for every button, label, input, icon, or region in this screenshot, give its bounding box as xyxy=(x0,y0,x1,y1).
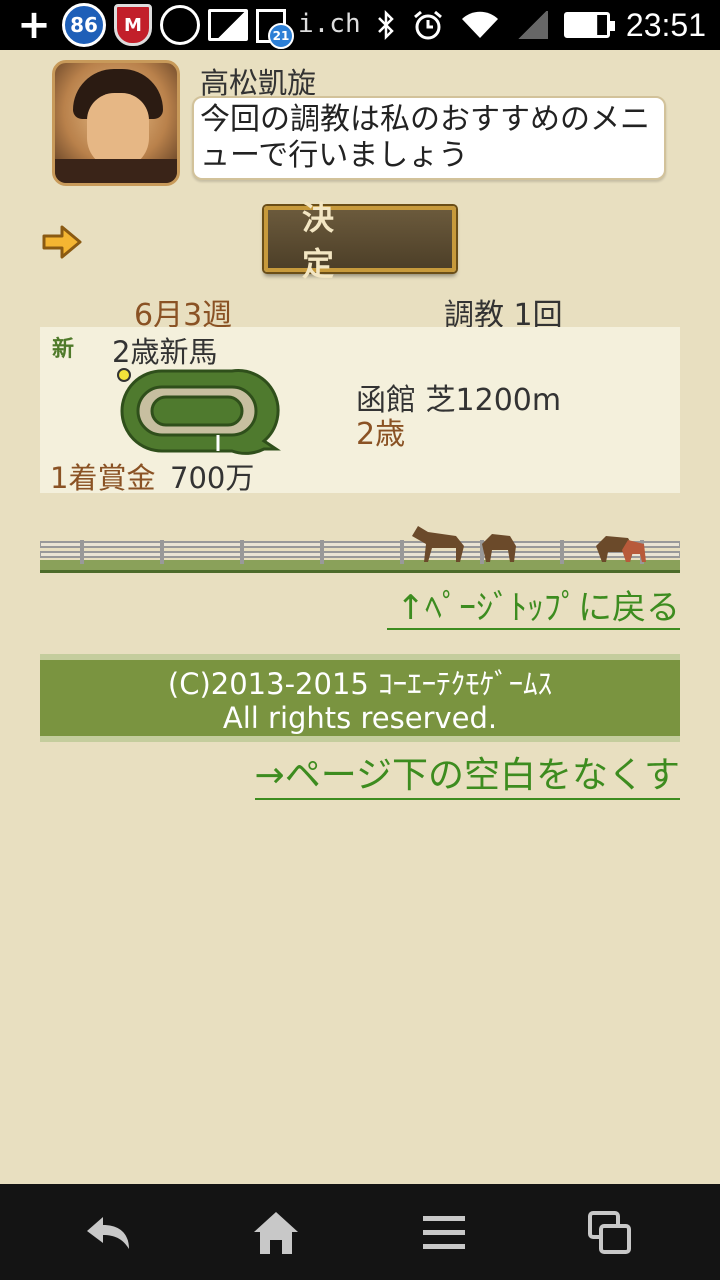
advisor-speech-bubble: 今回の調教は私のおすすめのメニューで行いましょう xyxy=(192,96,666,180)
remove-blank-link[interactable]: →ページ下の空白をなくす xyxy=(254,754,680,800)
arrow-right-icon xyxy=(42,225,82,259)
back-button[interactable] xyxy=(78,1208,138,1258)
back-icon xyxy=(87,1217,129,1249)
navigation-bar xyxy=(0,1184,720,1280)
battery-charging-icon xyxy=(563,12,615,38)
rights-text: All rights reserved. xyxy=(222,701,498,735)
signal-icon xyxy=(515,11,548,39)
ich-count: 21 xyxy=(268,23,294,49)
back-to-top-link[interactable]: ↑ﾍﾟｰｼﾞﾄｯﾌﾟに戻る xyxy=(386,588,680,630)
ich-label: i.ch xyxy=(298,9,361,39)
race-age: 2歳 xyxy=(356,417,406,452)
ich-app-icon: 21 i.ch xyxy=(256,5,361,49)
alarm-icon xyxy=(413,10,442,40)
menu-icon xyxy=(423,1216,465,1249)
prize-label: 1着賞金 xyxy=(50,461,156,495)
add-icon: + xyxy=(17,2,51,48)
status-bar: + 86 M 21 i.ch 23:51 xyxy=(0,0,720,50)
notification-count-icon: 86 xyxy=(62,3,106,47)
recent-apps-icon xyxy=(588,1211,631,1254)
recent-apps-button[interactable] xyxy=(580,1208,640,1258)
home-button[interactable] xyxy=(246,1208,306,1258)
home-icon xyxy=(254,1212,298,1254)
clock: 23:51 xyxy=(625,6,706,43)
pasture-fence-illustration xyxy=(40,526,680,573)
race-info-panel: 新 2歳新馬 1着賞金 700万 函館 芝1200m 2歳 xyxy=(40,327,680,495)
advisor-portrait xyxy=(52,60,180,186)
new-race-badge: 新 xyxy=(52,337,75,362)
launcher-icon xyxy=(160,5,200,45)
copyright-text: (C)2013-2015 ｺｰｴｰﾃｸﾓｹﾞｰﾑｽ xyxy=(167,667,553,701)
wifi-icon xyxy=(461,11,498,38)
decide-button[interactable]: 決 定 xyxy=(264,199,456,283)
mcafee-letter: M xyxy=(124,14,142,36)
gallery-icon xyxy=(208,9,248,41)
bluetooth-icon xyxy=(378,9,394,41)
notification-count: 86 xyxy=(70,13,98,37)
menu-button[interactable] xyxy=(414,1208,474,1258)
copyright-footer: (C)2013-2015 ｺｰｴｰﾃｸﾓｹﾞｰﾑｽ All rights res… xyxy=(40,654,680,742)
racetrack-icon xyxy=(117,368,281,455)
mcafee-icon: M xyxy=(114,4,152,46)
prize-value: 700万 xyxy=(170,461,255,495)
